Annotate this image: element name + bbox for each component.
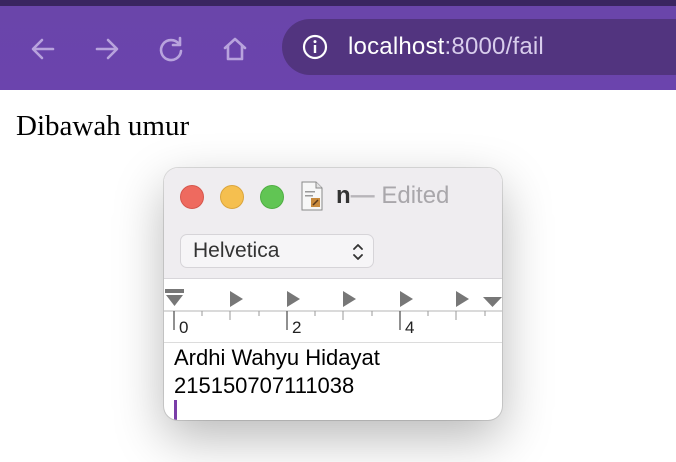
textedit-window: n— Edited Helvetica 0 2 4 Ardhi Wahyu Hi… [164, 168, 502, 420]
up-down-chevron-icon [353, 244, 363, 260]
forward-arrow-icon[interactable] [92, 34, 122, 64]
home-icon[interactable] [220, 34, 250, 64]
ruler-label: 2 [292, 318, 302, 337]
close-button[interactable] [180, 185, 204, 209]
minimize-button[interactable] [220, 185, 244, 209]
indent-marker-icon[interactable] [165, 289, 184, 306]
font-family-select[interactable]: Helvetica [180, 234, 374, 268]
url-host: localhost [348, 33, 445, 60]
title-separator: — [350, 182, 375, 209]
tab-stop-icon[interactable] [230, 291, 243, 307]
zoom-button[interactable] [260, 185, 284, 209]
ruler-label: 0 [179, 318, 189, 337]
info-icon[interactable] [302, 34, 328, 60]
text-cursor [174, 400, 177, 420]
text-line: 215150707111038 [174, 373, 355, 398]
window-title: n— Edited [336, 182, 449, 210]
tab-stop-icon[interactable] [343, 291, 356, 307]
text-line: Ardhi Wahyu Hidayat [174, 345, 380, 370]
url-path: :8000/fail [444, 33, 544, 60]
document-name: n [336, 182, 351, 209]
reload-icon[interactable] [156, 34, 186, 64]
right-margin-marker-icon[interactable] [483, 297, 502, 307]
url-text: localhost:8000/fail [348, 33, 544, 61]
ruler[interactable]: 0 2 4 [164, 280, 502, 343]
document-icon [301, 181, 323, 211]
browser-toolbar: localhost:8000/fail [0, 0, 676, 90]
address-bar[interactable]: localhost:8000/fail [282, 19, 676, 75]
window-titlebar[interactable]: n— Edited Helvetica [164, 168, 502, 279]
edited-status: Edited [381, 182, 450, 209]
ruler-label: 4 [405, 318, 415, 337]
tab-stop-icon[interactable] [400, 291, 413, 307]
page-message: Dibawah umur [16, 110, 190, 142]
font-family-value: Helvetica [193, 239, 280, 262]
tab-stop-icon[interactable] [456, 291, 469, 307]
back-arrow-icon[interactable] [28, 34, 58, 64]
tab-stop-icon[interactable] [287, 291, 300, 307]
document-text-area[interactable]: Ardhi Wahyu Hidayat 215150707111038 [174, 344, 380, 400]
